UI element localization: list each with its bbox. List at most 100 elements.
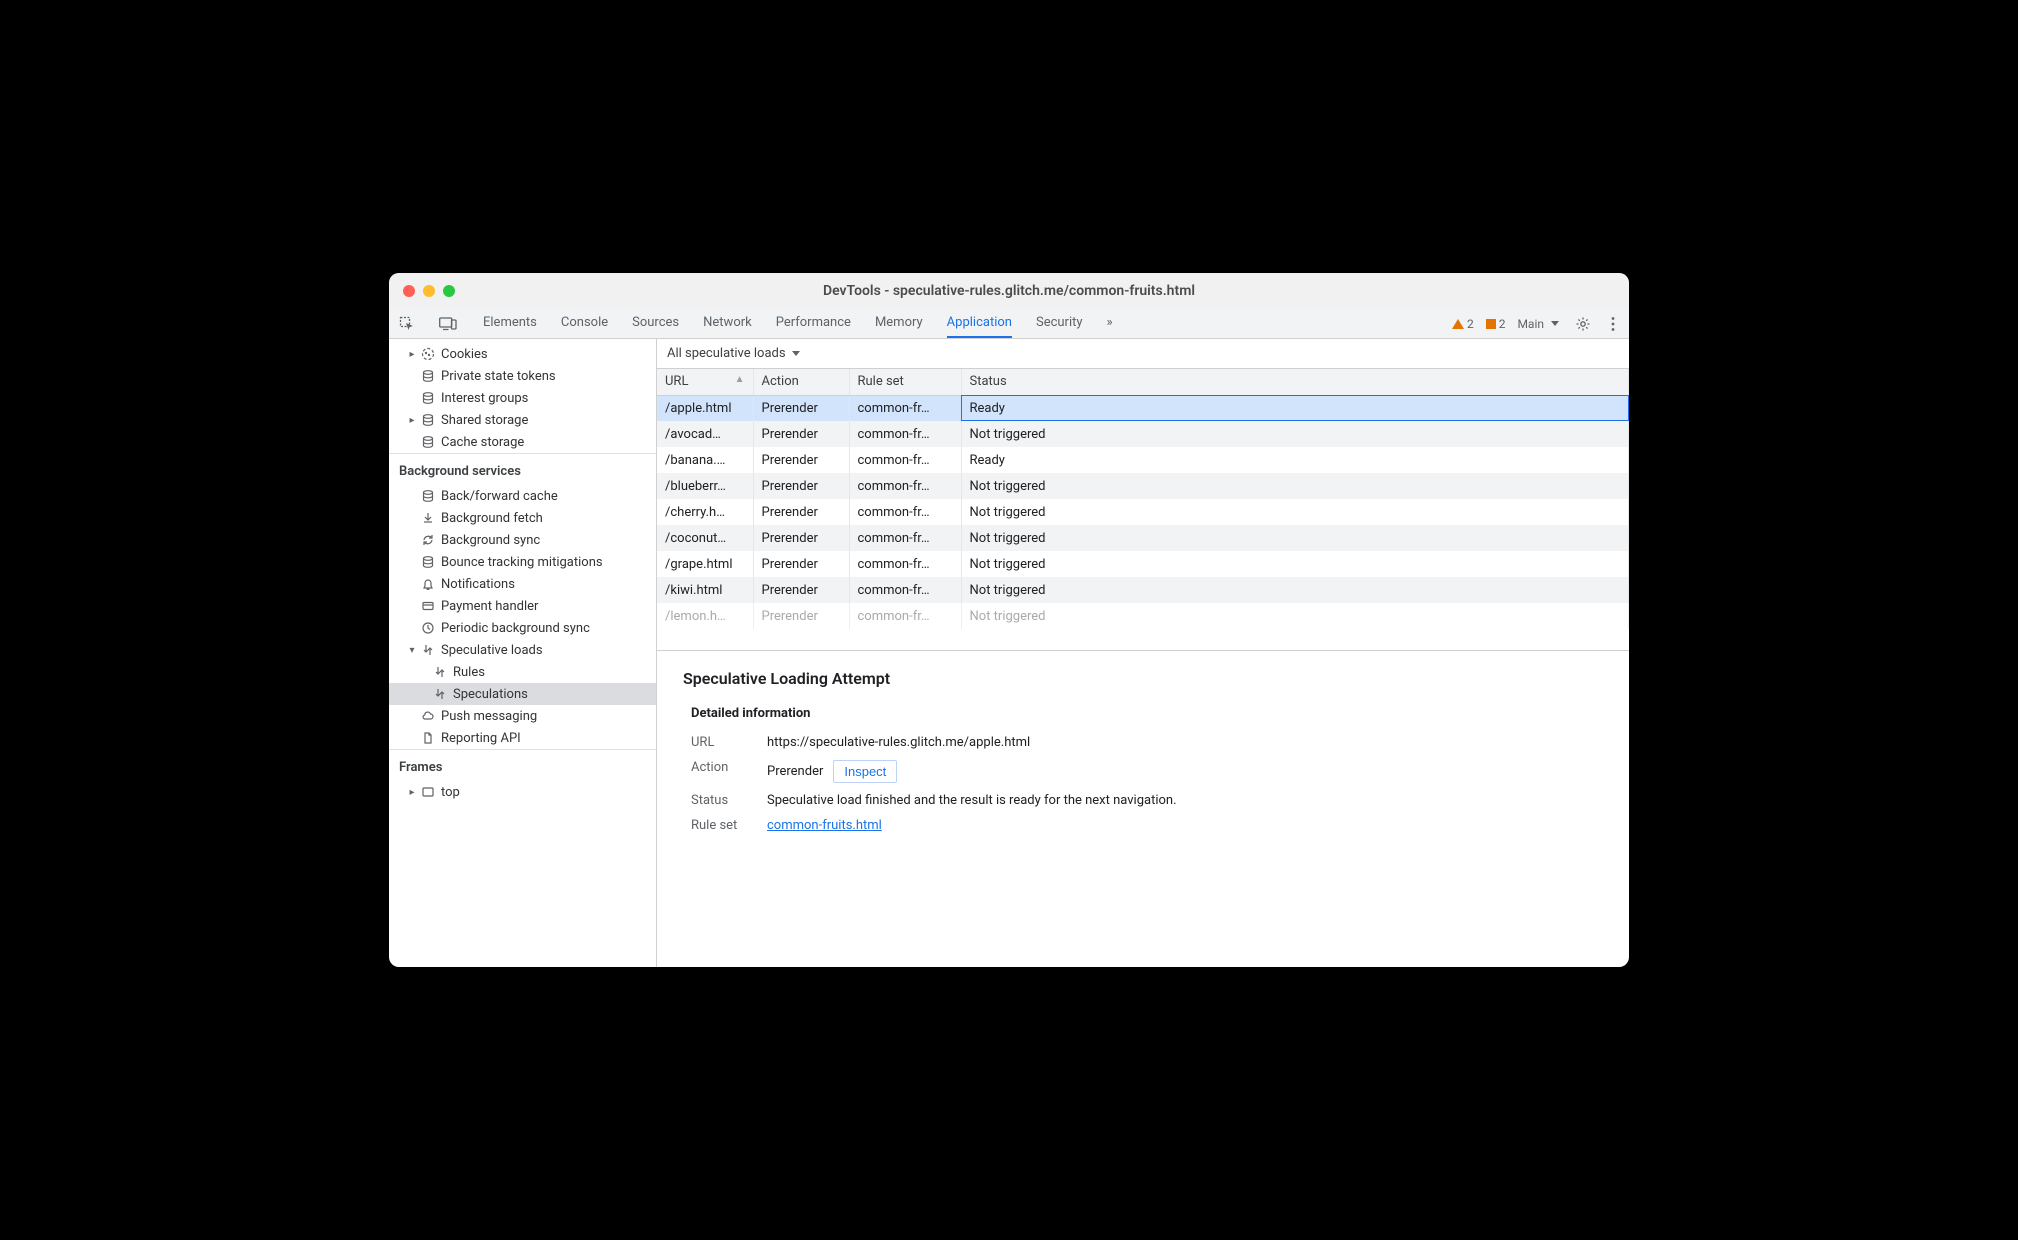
more-button[interactable] xyxy=(1607,316,1619,332)
sidebar-item-label: Speculations xyxy=(453,687,528,702)
sidebar-section-background-services: Background services xyxy=(389,453,656,485)
cell-ruleset: common-fr… xyxy=(849,603,961,629)
cell-ruleset: common-fr… xyxy=(849,421,961,447)
sidebar-item-label: Shared storage xyxy=(441,413,528,428)
table-row[interactable]: /lemon.h…Prerendercommon-fr…Not triggere… xyxy=(657,603,1629,629)
cell-url: /coconut… xyxy=(657,525,753,551)
col-header-ruleset[interactable]: Rule set xyxy=(849,369,961,395)
gear-icon xyxy=(1575,316,1591,332)
minimize-window-button[interactable] xyxy=(423,285,435,297)
chevron-down-icon xyxy=(1551,321,1559,326)
main-panel: All speculative loads URL xyxy=(657,339,1629,967)
details-subheading: Detailed information xyxy=(691,706,1603,721)
sidebar-item-speculative-rules[interactable]: Rules xyxy=(389,661,656,683)
main-toolbar: All speculative loads xyxy=(657,339,1629,369)
cell-status: Not triggered xyxy=(961,603,1629,629)
chevron-down-icon xyxy=(792,351,800,356)
tab-performance[interactable]: Performance xyxy=(776,309,851,338)
cell-status: Not triggered xyxy=(961,551,1629,577)
cell-url: /apple.html xyxy=(657,395,753,421)
speculative-filter-dropdown[interactable]: All speculative loads xyxy=(667,346,800,361)
target-label: Main xyxy=(1517,317,1544,331)
device-toolbar-icon[interactable] xyxy=(435,309,461,338)
table-row[interactable]: /banana.…Prerendercommon-fr…Ready xyxy=(657,447,1629,473)
sidebar-section-frames: Frames xyxy=(389,749,656,781)
cell-action: Prerender xyxy=(753,551,849,577)
cell-action: Prerender xyxy=(753,577,849,603)
warnings-badge[interactable]: 2 xyxy=(1452,317,1474,331)
sidebar-item-label: Background sync xyxy=(441,533,540,548)
sidebar-item-cache-storage[interactable]: Cache storage xyxy=(389,431,656,453)
tab-elements[interactable]: Elements xyxy=(483,309,537,338)
inspect-element-icon[interactable] xyxy=(395,309,419,338)
cloud-icon xyxy=(419,709,437,723)
col-header-url[interactable]: URL ▲ xyxy=(657,369,753,395)
database-icon xyxy=(419,489,437,503)
cell-status: Ready xyxy=(961,447,1629,473)
details-value-status: Speculative load finished and the result… xyxy=(767,793,1603,808)
ruleset-link[interactable]: common-fruits.html xyxy=(767,818,882,833)
table-row[interactable]: /apple.htmlPrerendercommon-fr…Ready xyxy=(657,395,1629,421)
issue-count: 2 xyxy=(1499,317,1506,331)
sidebar-item-speculative-loads[interactable]: ▾ Speculative loads xyxy=(389,639,656,661)
sidebar-item-payment-handler[interactable]: Payment handler xyxy=(389,595,656,617)
sidebar-item-private-state-tokens[interactable]: Private state tokens xyxy=(389,365,656,387)
table-row[interactable]: /avocad…Prerendercommon-fr…Not triggered xyxy=(657,421,1629,447)
details-label-url: URL xyxy=(691,735,753,750)
sidebar-item-interest-groups[interactable]: Interest groups xyxy=(389,387,656,409)
cell-action: Prerender xyxy=(753,603,849,629)
issue-icon xyxy=(1486,319,1496,329)
tab-network[interactable]: Network xyxy=(703,309,752,338)
devtools-tabbar: Elements Console Sources Network Perform… xyxy=(389,309,1629,339)
col-header-status[interactable]: Status xyxy=(961,369,1629,395)
sidebar-item-notifications[interactable]: Notifications xyxy=(389,573,656,595)
cell-action: Prerender xyxy=(753,447,849,473)
cell-url: /lemon.h… xyxy=(657,603,753,629)
tab-security[interactable]: Security xyxy=(1036,309,1083,338)
table-row[interactable]: /cherry.h…Prerendercommon-fr…Not trigger… xyxy=(657,499,1629,525)
sidebar-item-bfcache[interactable]: Back/forward cache xyxy=(389,485,656,507)
sidebar-item-label: Reporting API xyxy=(441,731,521,746)
issues-badge[interactable]: 2 xyxy=(1486,317,1506,331)
tabs-overflow[interactable]: » xyxy=(1107,309,1113,338)
sidebar-item-label: Private state tokens xyxy=(441,369,556,384)
tab-sources[interactable]: Sources xyxy=(632,309,679,338)
body-split: ▸ Cookies Private state tokens xyxy=(389,339,1629,967)
card-icon xyxy=(419,599,437,613)
col-header-action[interactable]: Action xyxy=(753,369,849,395)
sidebar-item-cookies[interactable]: ▸ Cookies xyxy=(389,343,656,365)
details-value-ruleset: common-fruits.html xyxy=(767,818,1603,833)
table-row[interactable]: /grape.htmlPrerendercommon-fr…Not trigge… xyxy=(657,551,1629,577)
details-label-action: Action xyxy=(691,760,753,783)
sidebar-item-reporting-api[interactable]: Reporting API xyxy=(389,727,656,749)
sidebar-item-push-messaging[interactable]: Push messaging xyxy=(389,705,656,727)
settings-button[interactable] xyxy=(1571,316,1595,332)
database-icon xyxy=(419,413,437,427)
cell-action: Prerender xyxy=(753,499,849,525)
cell-url: /avocad… xyxy=(657,421,753,447)
document-icon xyxy=(419,731,437,745)
sidebar-item-bounce-tracking[interactable]: Bounce tracking mitigations xyxy=(389,551,656,573)
bell-icon xyxy=(419,577,437,591)
sidebar-item-shared-storage[interactable]: ▸ Shared storage xyxy=(389,409,656,431)
sidebar-item-background-sync[interactable]: Background sync xyxy=(389,529,656,551)
sidebar-item-background-fetch[interactable]: Background fetch xyxy=(389,507,656,529)
close-window-button[interactable] xyxy=(403,285,415,297)
tab-memory[interactable]: Memory xyxy=(875,309,923,338)
sidebar-item-frame-top[interactable]: ▸ top xyxy=(389,781,656,803)
target-selector[interactable]: Main xyxy=(1517,317,1559,331)
speculations-table: URL ▲ Action Rule set Status /apple.html… xyxy=(657,369,1629,629)
zoom-window-button[interactable] xyxy=(443,285,455,297)
tab-console[interactable]: Console xyxy=(561,309,608,338)
table-row[interactable]: /coconut…Prerendercommon-fr…Not triggere… xyxy=(657,525,1629,551)
tab-application[interactable]: Application xyxy=(947,309,1012,338)
table-row[interactable]: /kiwi.htmlPrerendercommon-fr…Not trigger… xyxy=(657,577,1629,603)
sidebar-item-periodic-sync[interactable]: Periodic background sync xyxy=(389,617,656,639)
speculations-table-wrap: URL ▲ Action Rule set Status /apple.html… xyxy=(657,369,1629,651)
sidebar-item-speculations[interactable]: Speculations xyxy=(389,683,656,705)
cell-status: Ready xyxy=(961,395,1629,421)
table-row[interactable]: /blueberr…Prerendercommon-fr…Not trigger… xyxy=(657,473,1629,499)
inspect-button[interactable]: Inspect xyxy=(833,760,897,783)
kebab-icon xyxy=(1611,316,1615,332)
panel-tabs: Elements Console Sources Network Perform… xyxy=(477,309,1113,338)
